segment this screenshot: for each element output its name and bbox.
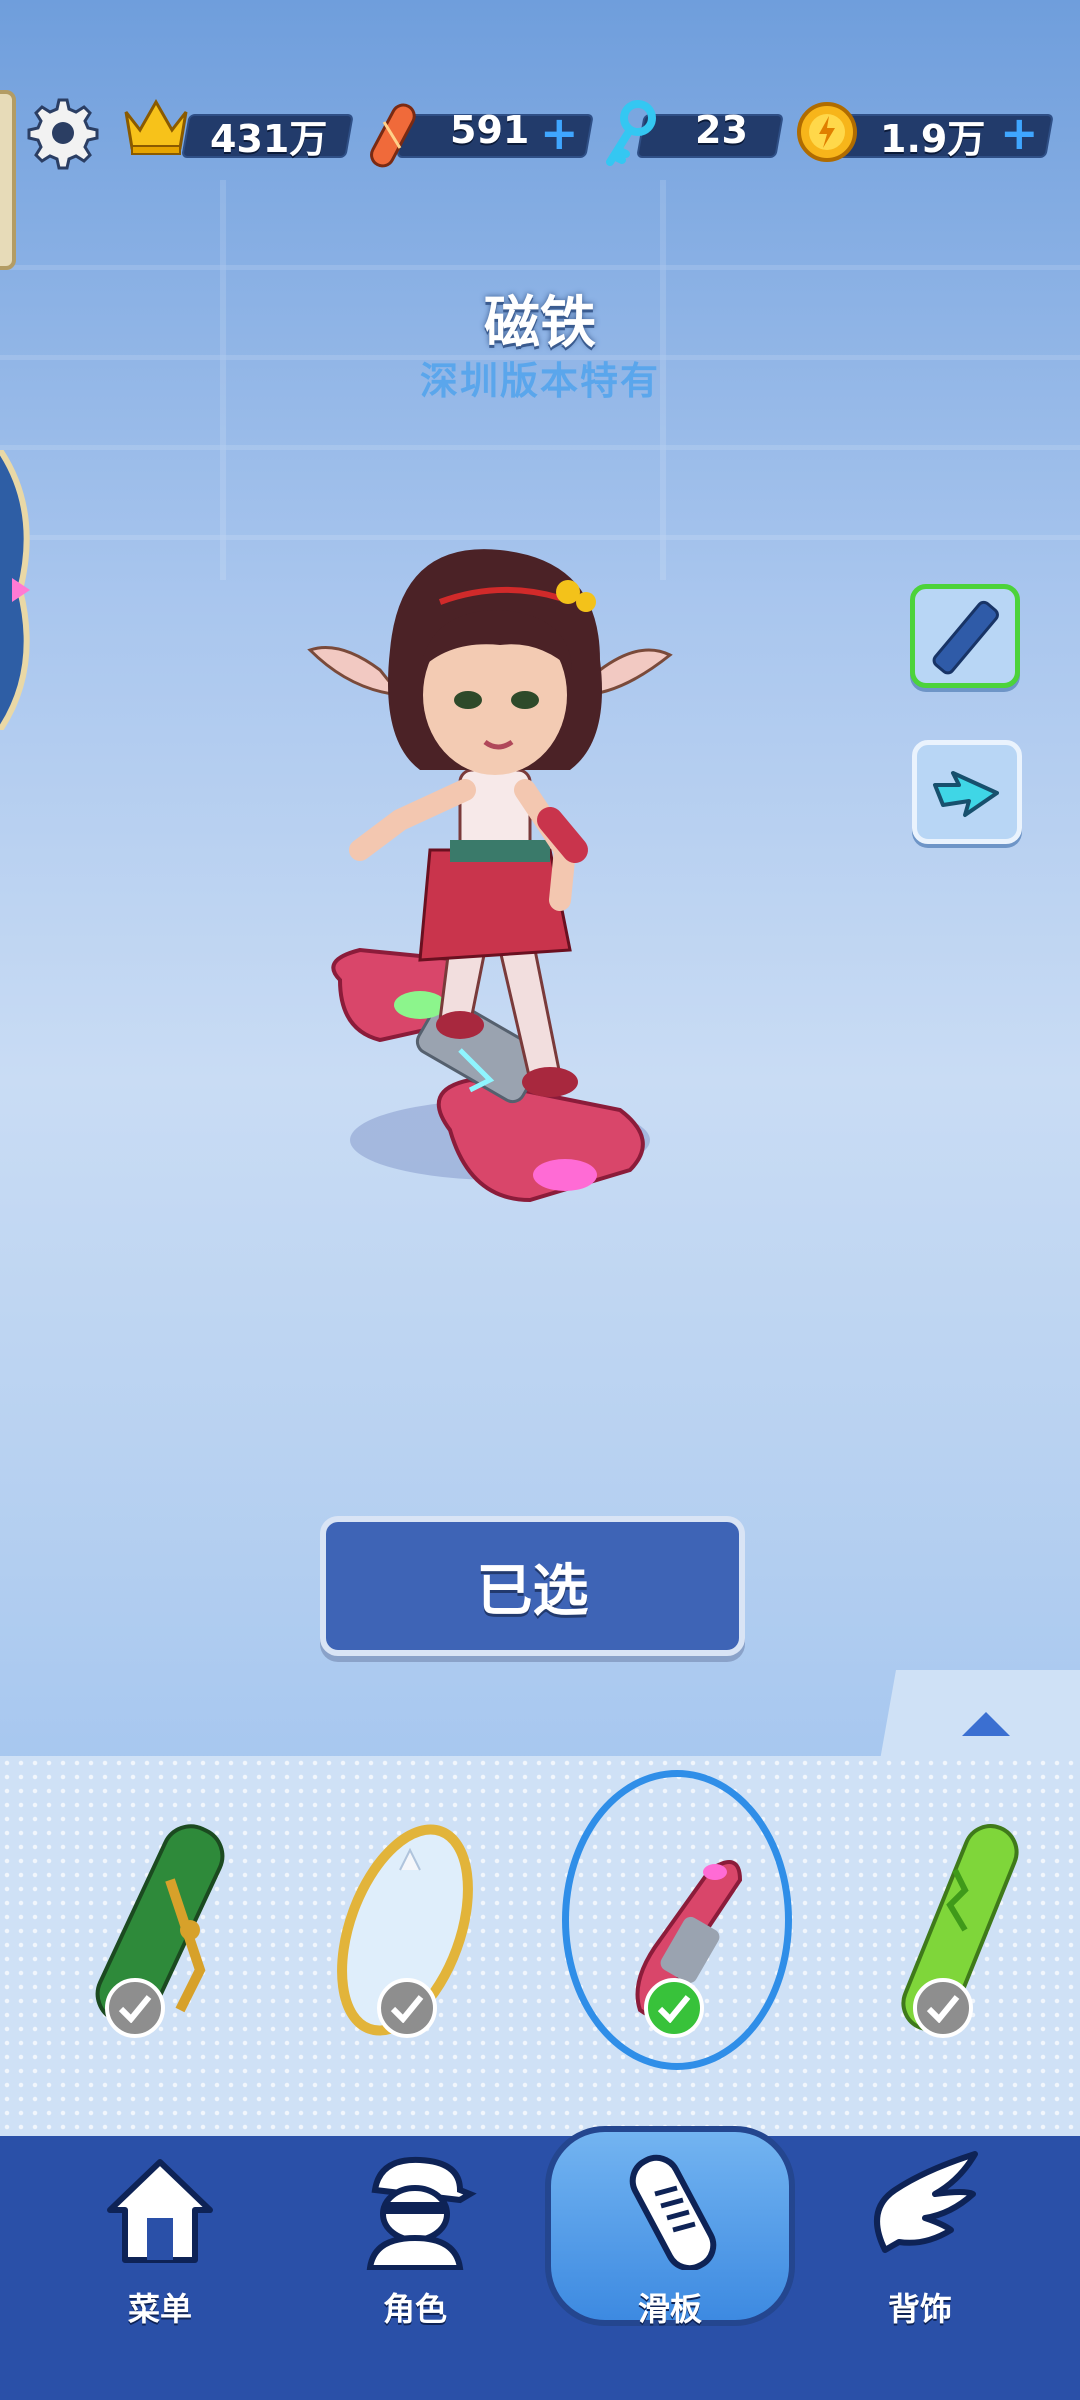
coin-icon bbox=[797, 102, 857, 162]
hoverboard-view-button[interactable] bbox=[910, 584, 1020, 688]
owned-check-icon bbox=[105, 1978, 165, 2038]
skateboard-icon bbox=[629, 2154, 717, 2272]
hoverboard-currency-icon bbox=[370, 103, 416, 168]
crown-score: 431万 bbox=[210, 117, 328, 161]
character-on-hoverboard bbox=[307, 549, 673, 1203]
boards-add-button[interactable]: + bbox=[540, 108, 579, 158]
key-icon bbox=[606, 100, 656, 166]
side-drawer-arrow-icon[interactable] bbox=[0, 450, 50, 730]
board-item-cactus[interactable] bbox=[860, 1810, 1050, 2070]
board-name: 磁铁 bbox=[484, 291, 596, 356]
power-arrow-icon bbox=[933, 771, 999, 817]
board-item-mirror[interactable] bbox=[310, 1810, 500, 2070]
top-status-bar: 431万 591 + 23 1.9万 + bbox=[0, 88, 1080, 198]
owned-check-icon bbox=[377, 1978, 437, 2038]
coins-add-button[interactable]: + bbox=[1000, 108, 1039, 158]
gear-icon[interactable] bbox=[26, 96, 100, 170]
keys-count: 23 bbox=[695, 108, 748, 152]
wing-icon bbox=[874, 2151, 978, 2253]
hoverboard-icon bbox=[932, 600, 999, 675]
coins-count: 1.9万 bbox=[880, 117, 986, 161]
nav-label: 角色 bbox=[382, 2290, 447, 2328]
nav-back-accessory[interactable]: 背饰 bbox=[820, 2150, 1020, 2330]
boards-count: 591 bbox=[450, 108, 530, 152]
board-item-trumpet[interactable] bbox=[60, 1810, 250, 2070]
power-up-view-button[interactable] bbox=[912, 740, 1022, 844]
home-icon bbox=[107, 2159, 213, 2263]
selected-check-icon bbox=[644, 1978, 704, 2038]
tray-expand-tab[interactable] bbox=[880, 1670, 1080, 1760]
board-item-magnet[interactable] bbox=[590, 1810, 780, 2070]
nav-skateboard[interactable]: 滑板 bbox=[570, 2150, 770, 2330]
owned-check-icon bbox=[913, 1978, 973, 2038]
nav-label: 背饰 bbox=[887, 2290, 952, 2328]
crown-icon bbox=[124, 98, 188, 155]
nav-character[interactable]: 角色 bbox=[315, 2150, 515, 2330]
nav-label: 菜单 bbox=[127, 2290, 192, 2328]
chevron-up-icon bbox=[962, 1712, 1010, 1736]
board-subtitle: 深圳版本特有 bbox=[419, 359, 660, 403]
character-icon bbox=[366, 2156, 477, 2271]
nav-label: 滑板 bbox=[637, 2290, 702, 2328]
nav-menu[interactable]: 菜单 bbox=[60, 2150, 260, 2330]
selected-status-button[interactable]: 已选 bbox=[320, 1516, 745, 1656]
